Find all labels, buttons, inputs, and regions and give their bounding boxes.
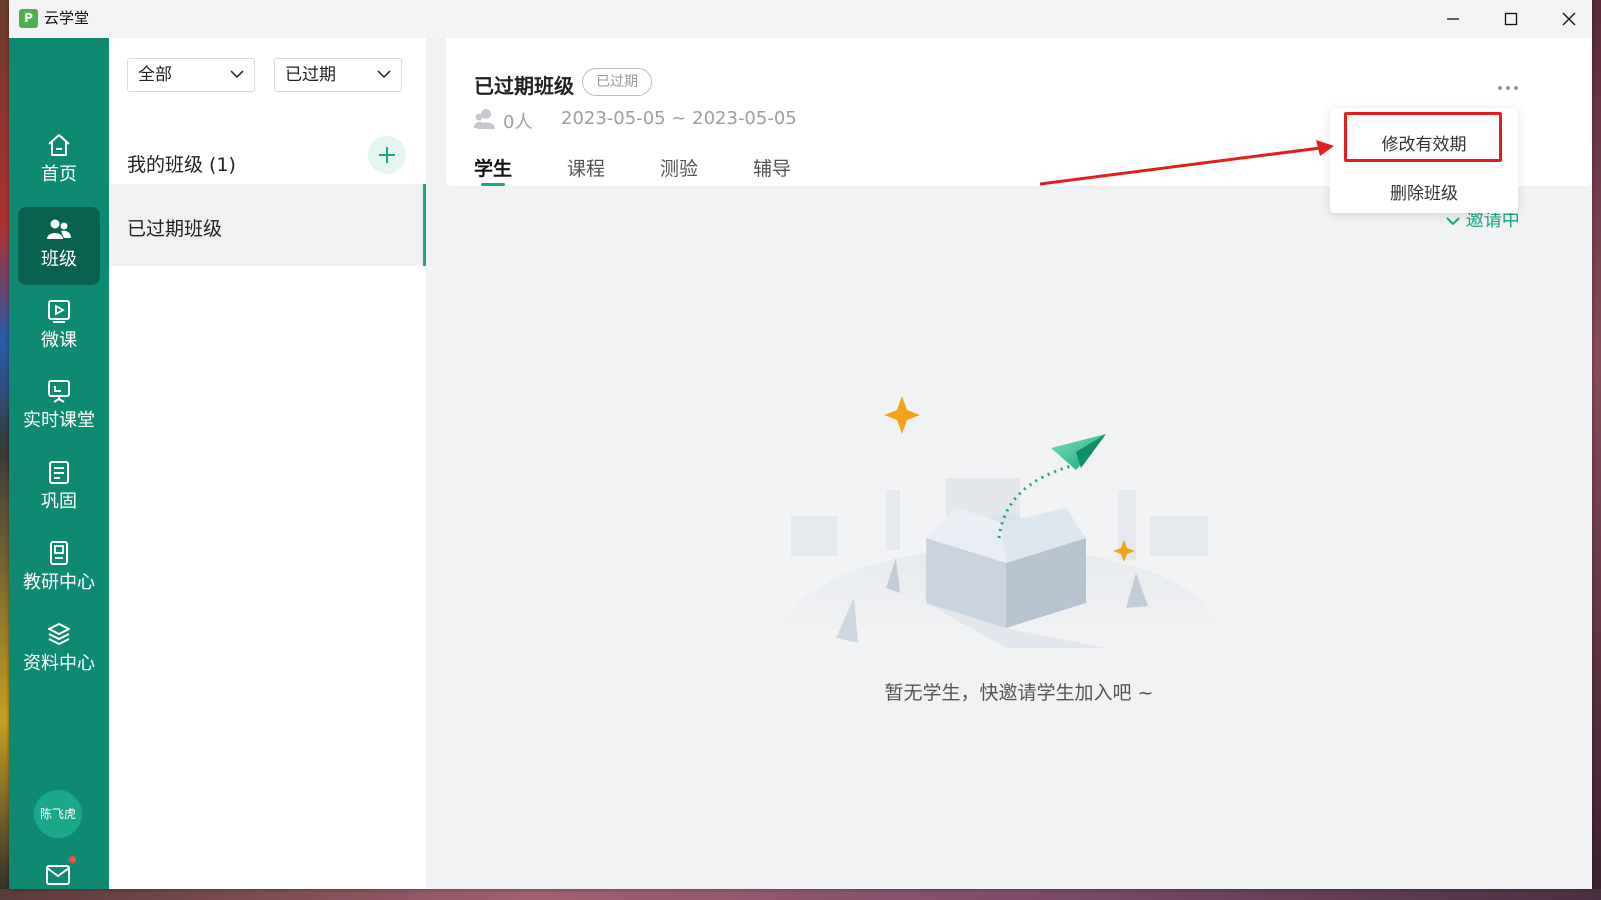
- selected-indicator: [423, 184, 426, 266]
- valid-date-range: 2023-05-05 ~ 2023-05-05: [561, 108, 797, 129]
- sidebar-item-label: 资料中心: [23, 653, 95, 674]
- desktop-background-edge: [0, 0, 9, 900]
- status-filter-select[interactable]: 已过期: [274, 58, 402, 92]
- tab-quizzes[interactable]: 测验: [660, 154, 698, 181]
- notification-dot: [69, 856, 76, 863]
- annotation-arrow: [1039, 140, 1334, 186]
- app-window: P 云学堂 首页 班级 微课 实时课堂 巩固 教研中心 资料中心 陈飞虎 全部 …: [9, 0, 1592, 889]
- sidebar-item-label: 教研中心: [23, 572, 95, 593]
- app-title: 云学堂: [44, 9, 90, 27]
- annotation-highlight-box: [1344, 112, 1502, 162]
- sidebar-item-research[interactable]: 教研中心: [18, 530, 100, 608]
- video-lesson-icon: [48, 300, 70, 323]
- tab-tutoring[interactable]: 辅导: [753, 154, 791, 181]
- desktop-background-bottom: [0, 889, 1601, 900]
- sidebar-item-label: 微课: [41, 330, 77, 351]
- active-tab-indicator: [481, 183, 505, 186]
- scope-filter-select[interactable]: 全部: [127, 58, 255, 92]
- more-options-icon[interactable]: [1496, 78, 1520, 98]
- people-icon: [474, 109, 495, 129]
- layers-icon: [48, 623, 70, 645]
- tab-students[interactable]: 学生: [474, 154, 512, 181]
- sidebar-item-class[interactable]: 班级: [18, 207, 100, 285]
- sidebar-item-label: 实时课堂: [23, 410, 95, 431]
- sidebar-item-label: 班级: [41, 249, 77, 270]
- my-classes-heading: 我的班级 (1): [127, 154, 236, 176]
- status-badge: 已过期: [582, 68, 652, 96]
- plus-icon: [379, 147, 395, 163]
- live-class-icon: [48, 380, 70, 403]
- close-button[interactable]: [1540, 0, 1592, 38]
- chevron-down-icon: [1446, 217, 1460, 226]
- user-avatar[interactable]: 陈飞虎: [34, 790, 82, 838]
- class-list-panel: 全部 已过期 我的班级 (1) 已过期班级: [109, 38, 426, 889]
- research-icon: [50, 541, 68, 565]
- member-count: 0人: [503, 112, 533, 133]
- sidebar-item-label: 首页: [41, 164, 77, 185]
- chevron-down-icon: [377, 70, 391, 79]
- status-filter-value: 已过期: [285, 65, 336, 85]
- empty-state-message: 暂无学生，快邀请学生加入吧 ~: [884, 682, 1154, 704]
- maximize-button[interactable]: [1482, 0, 1540, 38]
- sidebar-item-live-class[interactable]: 实时课堂: [18, 368, 100, 446]
- practice-icon: [49, 461, 69, 484]
- sidebar-item-resources[interactable]: 资料中心: [18, 611, 100, 689]
- class-list-item[interactable]: 已过期班级: [109, 184, 426, 266]
- class-title: 已过期班级: [474, 74, 574, 98]
- empty-state-illustration: [776, 396, 1226, 648]
- add-class-button[interactable]: [368, 136, 406, 174]
- tab-courses[interactable]: 课程: [567, 154, 605, 181]
- sidebar: 首页 班级 微课 实时课堂 巩固 教研中心 资料中心 陈飞虎: [9, 38, 109, 889]
- minimize-button[interactable]: [1424, 0, 1482, 38]
- home-icon: [48, 134, 70, 156]
- minimize-icon: [1447, 18, 1459, 20]
- mail-icon[interactable]: [45, 864, 71, 886]
- app-logo-icon: P: [19, 9, 38, 28]
- close-icon: [1562, 12, 1576, 26]
- class-icon: [47, 219, 71, 239]
- delete-class-menu-item[interactable]: 删除班级: [1330, 179, 1518, 204]
- chevron-down-icon: [230, 70, 244, 79]
- title-bar: P 云学堂: [9, 0, 1592, 38]
- invite-status-label: 邀请中: [1465, 210, 1520, 231]
- sidebar-item-label: 巩固: [41, 491, 77, 512]
- scope-filter-value: 全部: [138, 65, 172, 85]
- sidebar-item-micro-lesson[interactable]: 微课: [18, 288, 100, 366]
- maximize-icon: [1504, 12, 1518, 26]
- class-list-item-name: 已过期班级: [127, 218, 223, 240]
- sidebar-item-practice[interactable]: 巩固: [18, 449, 100, 527]
- sidebar-item-home[interactable]: 首页: [18, 122, 100, 200]
